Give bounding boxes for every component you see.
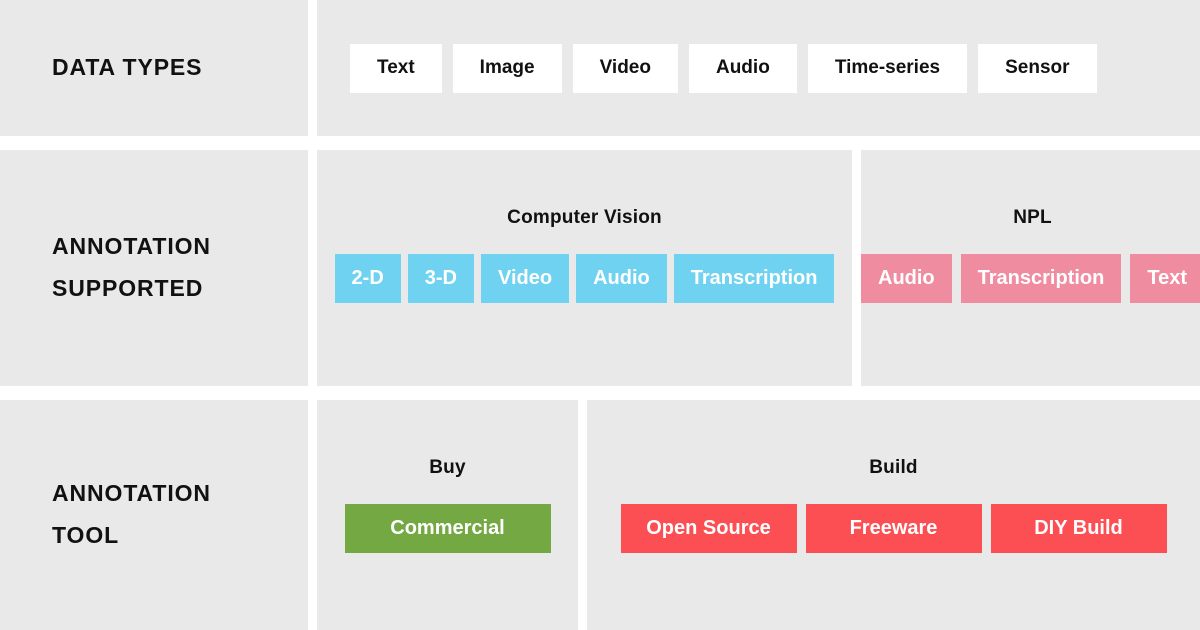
row-annotation-tool: ANNOTATION TOOL Buy Commercial Build Ope… <box>0 400 1200 630</box>
chip-list-npl: Audio Transcription Text <box>861 254 1200 303</box>
chip-label: Audio <box>593 267 650 289</box>
row-label-cell-data-types: DATA TYPES <box>0 0 308 136</box>
chip-list-data-types: Text Image Video Audio Time-series Senso… <box>350 43 1097 93</box>
panel-buy: Buy Commercial <box>317 400 578 630</box>
panel-data-types: Text Image Video Audio Time-series Senso… <box>317 0 1200 136</box>
cell-divider <box>308 400 317 630</box>
chip-label: Text <box>377 57 415 78</box>
panel-title-computer-vision: Computer Vision <box>507 207 662 228</box>
chip-audio[interactable]: Audio <box>861 254 952 303</box>
panel-npl: NPL Audio Transcription Text <box>861 150 1200 386</box>
chip-label: Transcription <box>977 267 1105 289</box>
chip-audio[interactable]: Audio <box>576 254 667 303</box>
chip-transcription[interactable]: Transcription <box>673 254 835 303</box>
panel-title-npl: NPL <box>1013 207 1052 228</box>
chip-label: 3-D <box>424 267 457 289</box>
chip-time-series[interactable]: Time-series <box>807 43 968 93</box>
cell-divider <box>308 0 317 136</box>
panel-title-build: Build <box>869 457 918 478</box>
panel-computer-vision: Computer Vision 2-D 3-D Video Audio Tran… <box>317 150 852 386</box>
annotation-overview-board: DATA TYPES Text Image Video Audio Time-s… <box>0 0 1200 630</box>
chip-open-source[interactable]: Open Source <box>620 504 797 553</box>
chip-list-build: Open Source Freeware DIY Build <box>620 504 1167 553</box>
chip-label: Text <box>1147 267 1187 289</box>
chip-label: Audio <box>715 57 770 78</box>
row-label-cell-annotation-tool: ANNOTATION TOOL <box>0 400 308 630</box>
chip-label: Time-series <box>834 57 941 78</box>
row-label-annotation-supported: ANNOTATION SUPPORTED <box>52 233 211 301</box>
chip-sensor[interactable]: Sensor <box>978 43 1097 93</box>
chip-label: Open Source <box>646 517 771 539</box>
cell-divider <box>852 150 861 386</box>
chip-2d[interactable]: 2-D <box>334 254 401 303</box>
chip-3d[interactable]: 3-D <box>407 254 474 303</box>
chip-text[interactable]: Text <box>1130 254 1200 303</box>
row-annotation-supported: ANNOTATION SUPPORTED Computer Vision 2-D… <box>0 150 1200 386</box>
chip-text[interactable]: Text <box>350 43 442 93</box>
chip-list-buy: Commercial <box>344 504 551 553</box>
chip-diy-build[interactable]: DIY Build <box>990 504 1167 553</box>
row-label-data-types: DATA TYPES <box>52 54 203 81</box>
cell-divider <box>308 150 317 386</box>
panel-build: Build Open Source Freeware DIY Build <box>587 400 1200 630</box>
chip-freeware[interactable]: Freeware <box>805 504 982 553</box>
chip-label: Video <box>599 57 651 78</box>
chip-transcription[interactable]: Transcription <box>960 254 1122 303</box>
panel-title-buy: Buy <box>429 457 466 478</box>
cell-divider <box>578 400 587 630</box>
row-divider <box>0 386 1200 400</box>
row-data-types: DATA TYPES Text Image Video Audio Time-s… <box>0 0 1200 136</box>
chip-video[interactable]: Video <box>572 43 678 93</box>
chip-video[interactable]: Video <box>481 254 570 303</box>
chip-audio[interactable]: Audio <box>688 43 797 93</box>
chip-label: Video <box>498 267 553 289</box>
chip-label: DIY Build <box>1034 517 1123 539</box>
chip-label: Sensor <box>1005 57 1070 78</box>
row-label-cell-annotation-supported: ANNOTATION SUPPORTED <box>0 150 308 386</box>
chip-label: Audio <box>878 267 935 289</box>
chip-label: Transcription <box>690 267 818 289</box>
row-label-annotation-tool: ANNOTATION TOOL <box>52 480 211 548</box>
chip-commercial[interactable]: Commercial <box>344 504 551 553</box>
chip-label: Freeware <box>849 517 938 539</box>
chip-image[interactable]: Image <box>452 43 562 93</box>
chip-label: Commercial <box>390 517 505 539</box>
chip-list-computer-vision: 2-D 3-D Video Audio Transcription <box>334 254 835 303</box>
chip-label: Image <box>479 57 535 78</box>
chip-label: 2-D <box>351 267 384 289</box>
row-divider <box>0 136 1200 150</box>
